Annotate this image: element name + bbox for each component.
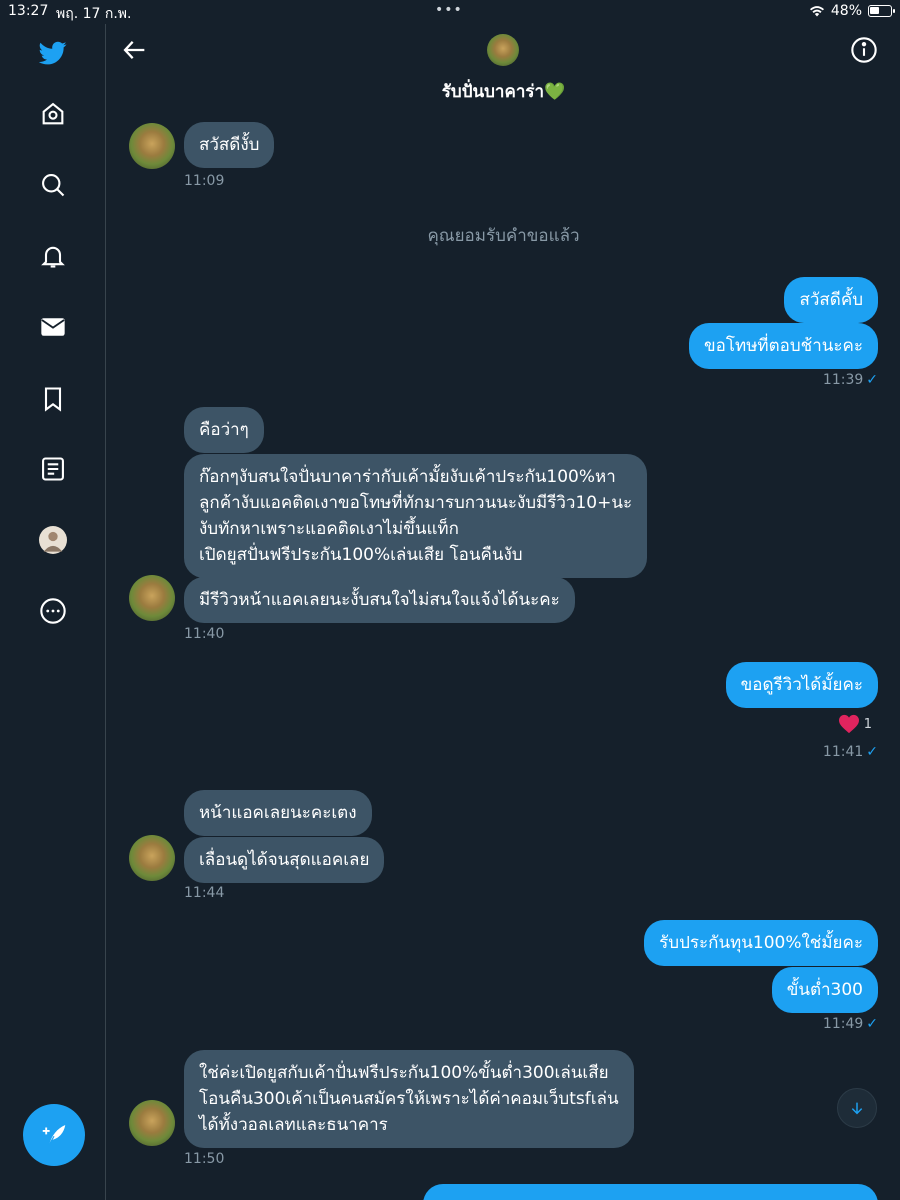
check-icon: ✓	[866, 744, 878, 760]
message-incoming[interactable]: คือว่าๆ	[184, 407, 264, 453]
check-icon: ✓	[866, 372, 878, 388]
twitter-logo-icon[interactable]	[34, 34, 72, 72]
more-icon[interactable]	[34, 592, 72, 630]
conversation-title[interactable]: รับปั่นบาคาร่า💚	[107, 78, 900, 105]
message-outgoing[interactable]: ขอดูรีวิวได้มั้ยคะ	[725, 662, 878, 708]
system-note: คุณยอมรับคำขอแล้ว	[427, 226, 580, 246]
message-line: ก๊อกๆงับสนใจปั่นบาคาร่ากับเค้ามั้ยงับเค้…	[199, 467, 616, 487]
heart-icon	[838, 714, 859, 734]
list-icon[interactable]	[34, 450, 72, 488]
message-line: เปิดยูสปั่นฟรีประกัน100%เล่นเสีย โอนคืนง…	[199, 545, 523, 565]
message-incoming[interactable]: มีรีวิวหน้าแอคเลยนะงั้บสนใจไม่สนใจแจ้งได…	[184, 577, 575, 623]
message-line: ใช่ค่ะเปิดยูสกับเค้าปั่นฟรีประกัน100%ขั้…	[199, 1063, 609, 1083]
message-outgoing[interactable]: สวัสดีคั้บ	[784, 277, 878, 323]
compose-button[interactable]	[23, 1104, 85, 1166]
message-incoming-multiline[interactable]: ใช่ค่ะเปิดยูสกับเค้าปั่นฟรีประกัน100%ขั้…	[184, 1050, 634, 1148]
sender-avatar[interactable]	[129, 835, 175, 881]
message-line: ลูกค้างับแอคติดเงาขอโทษที่ทักมารบกวนนะงั…	[199, 493, 633, 513]
message-timestamp: 11:39 ✓	[823, 372, 878, 388]
timestamp-text: 11:39	[822, 372, 864, 388]
timestamp-text: 11:49	[822, 1016, 864, 1032]
message-incoming-multiline[interactable]: ก๊อกๆงับสนใจปั่นบาคาร่ากับเค้ามั้ยงับเค้…	[184, 454, 648, 578]
message-reaction[interactable]: 1	[838, 714, 872, 734]
message-line: ได้ทั้งวอลเลทและธนาคาร	[199, 1115, 388, 1135]
compose-icon	[42, 1125, 66, 1146]
message-timestamp: 11:44	[184, 885, 225, 901]
scroll-down-button[interactable]	[837, 1088, 877, 1128]
bell-icon[interactable]	[34, 237, 72, 275]
message-line: โอนคืน300เค้าเป็นคนสมัครให้เพราะได้ค่าคอ…	[199, 1089, 619, 1109]
status-indicators: 48%	[809, 3, 895, 19]
message-timestamp: 11:40	[184, 626, 225, 642]
sidebar	[0, 24, 106, 1200]
multitask-dots[interactable]: •••	[435, 2, 463, 18]
message-incoming[interactable]: หน้าแอคเลยนะคะเตง	[184, 790, 372, 836]
message-timestamp: 11:41 ✓	[823, 744, 878, 760]
timestamp-text: 11:41	[822, 744, 864, 760]
info-icon[interactable]	[850, 36, 878, 64]
message-timestamp: 11:50	[184, 1151, 225, 1167]
message-incoming[interactable]: สวัสดีงั้บ	[184, 122, 275, 168]
green-heart-emoji: 💚	[544, 82, 566, 102]
scroll-down-icon	[851, 1102, 863, 1115]
check-icon: ✓	[866, 1016, 878, 1032]
home-icon[interactable]	[34, 95, 72, 133]
message-outgoing[interactable]: ขอโทษที่ตอบช้านะคะ	[689, 323, 878, 369]
back-arrow-icon[interactable]	[121, 36, 149, 64]
message-outgoing-partial[interactable]	[423, 1184, 878, 1200]
mail-icon[interactable]	[34, 308, 72, 346]
title-text: รับปั่นบาคาร่า	[441, 82, 545, 102]
status-bar: 13:27 พฤ. 17 ก.พ. ••• 48%	[0, 0, 900, 24]
bookmark-icon[interactable]	[34, 380, 72, 418]
message-incoming[interactable]: เลื่อนดูได้จนสุดแอคเลย	[184, 837, 385, 883]
wifi-icon	[809, 6, 824, 17]
message-line: งับทักหาเพราะแอคติดเงาไม่ขึ้นแท็ก	[199, 519, 459, 539]
message-timestamp: 11:49 ✓	[823, 1016, 878, 1032]
status-time: 13:27	[8, 3, 49, 19]
message-outgoing[interactable]: รับประกันทุน100%ใช่มั้ยคะ	[644, 920, 878, 966]
sender-avatar[interactable]	[129, 1100, 175, 1146]
conversation-header: รับปั่นบาคาร่า💚	[107, 24, 900, 108]
battery-percent: 48%	[830, 3, 862, 19]
search-icon[interactable]	[34, 166, 72, 204]
status-date: พฤ. 17 ก.พ.	[56, 6, 132, 22]
message-list[interactable]: สวัสดีงั้บ 11:09 คุณยอมรับคำขอแล้ว สวัสด…	[107, 108, 900, 1200]
reaction-count: 1	[863, 716, 872, 732]
message-outgoing[interactable]: ขั้นต่ำ300	[771, 967, 878, 1013]
sender-avatar[interactable]	[129, 575, 175, 621]
profile-avatar[interactable]	[34, 521, 72, 559]
message-timestamp: 11:09	[184, 173, 225, 189]
sender-avatar[interactable]	[129, 123, 175, 169]
battery-icon	[868, 5, 895, 17]
header-avatar[interactable]	[487, 34, 519, 66]
